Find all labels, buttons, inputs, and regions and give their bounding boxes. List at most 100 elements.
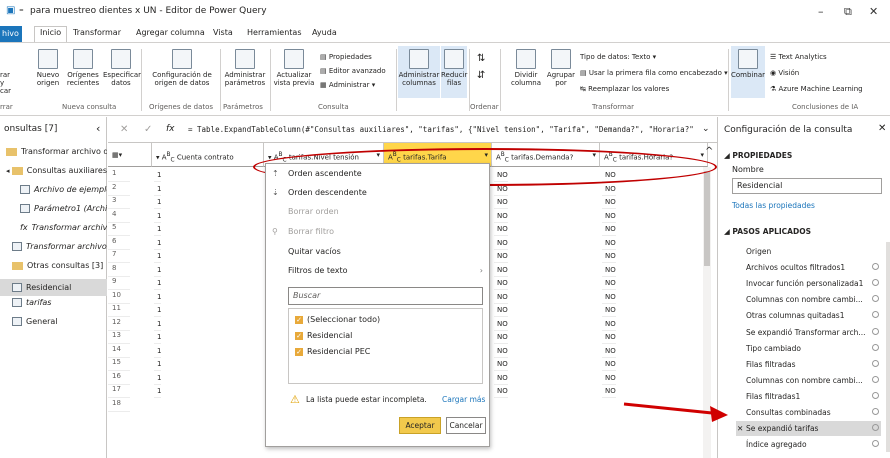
row-number[interactable]: 8 [108,264,130,277]
query-item[interactable]: Transformar archivos... [0,242,107,259]
ok-button[interactable]: Aceptar [399,417,441,434]
table-cell[interactable]: NO [602,358,616,371]
gear-icon[interactable] [872,311,879,319]
table-cell[interactable]: NO [602,385,616,398]
row-number[interactable]: 1 [108,169,130,182]
replace-values-button[interactable]: ↹ Reemplazar los valores [580,85,669,93]
table-cell[interactable]: NO [602,304,616,317]
table-cell[interactable]: NO [494,358,508,371]
close-pane-icon[interactable]: ✕ [878,123,886,134]
table-cell[interactable]: NO [494,196,508,209]
cancel-icon[interactable]: ✕ [120,124,128,135]
row-number[interactable]: 13 [108,331,130,344]
select-all-checkbox[interactable]: ✓ (Seleccionar todo) [295,315,380,324]
formula-input[interactable]: = Table.ExpandTableColumn(#"Consultas au… [188,125,693,134]
row-number[interactable]: 10 [108,291,130,304]
table-cell[interactable]: NO [494,318,508,331]
table-menu-icon[interactable]: ▦▾ [108,143,152,167]
option-checkbox[interactable]: ✓ Residencial PEC [295,347,370,356]
maximize-icon[interactable]: ⧉ [844,5,852,19]
remove-empty-item[interactable]: Quitar vacíos [288,247,341,256]
query-folder[interactable]: Otras consultas [3] [0,261,107,278]
table-cell[interactable]: 1 [154,264,162,277]
steps-scrollbar[interactable] [886,242,890,452]
table-cell[interactable]: NO [602,250,616,263]
gear-icon[interactable] [872,263,879,271]
applied-step[interactable]: Consultas combinadas [736,405,881,420]
table-cell[interactable]: 1 [154,304,162,317]
collapse-pane-icon[interactable]: ‹ [96,122,100,135]
cancel-button[interactable]: Cancelar [446,417,486,434]
gear-icon[interactable] [872,424,879,432]
table-cell[interactable]: NO [602,331,616,344]
table-cell[interactable]: NO [494,372,508,385]
row-number[interactable]: 11 [108,304,130,317]
gear-icon[interactable] [872,279,879,287]
applied-step-selected[interactable]: Se expandió tarifas ✕ [736,421,881,437]
tab-view[interactable]: Vista [213,28,233,37]
gear-icon[interactable] [872,440,879,448]
applied-step[interactable]: Columnas con nombre cambi... [736,292,881,307]
row-number[interactable]: 9 [108,277,130,290]
table-cell[interactable]: NO [494,250,508,263]
tab-home[interactable]: Inicio [34,26,68,42]
sort-ascending-item[interactable]: ⇡ Orden ascendente [272,169,362,178]
row-number[interactable]: 7 [108,250,130,263]
recent-sources-button[interactable]: Orígenes recientes [63,49,103,87]
applied-step[interactable]: Columnas con nombre cambi... [736,373,881,388]
data-type-dropdown[interactable]: Tipo de datos: Texto ▾ [580,53,656,61]
delete-step-icon[interactable]: ✕ [737,421,743,436]
table-cell[interactable]: NO [494,291,508,304]
table-cell[interactable]: 1 [154,345,162,358]
row-number[interactable]: 18 [108,399,130,412]
table-cell[interactable]: NO [494,223,508,236]
table-cell[interactable]: 1 [154,291,162,304]
table-cell[interactable]: NO [494,385,508,398]
close-icon[interactable]: ✕ [869,5,878,18]
row-number[interactable]: 14 [108,345,130,358]
applied-step[interactable]: Otras columnas quitadas1 [736,308,881,323]
close-apply-button[interactable]: rar y car [0,49,14,95]
quick-access-icon[interactable]: ₌ [19,5,24,15]
option-checkbox[interactable]: ✓ Residencial [295,331,352,340]
gear-icon[interactable] [872,343,879,351]
query-item[interactable]: Parámetro1 (Archi... [0,204,107,221]
table-cell[interactable]: NO [602,345,616,358]
applied-step[interactable]: Tipo cambiado [736,341,881,356]
all-properties-link[interactable]: Todas las propiedades [732,201,815,210]
minimize-icon[interactable]: – [818,5,824,18]
expand-formula-icon[interactable]: ⌄ [702,124,710,134]
new-source-button[interactable]: Nuevo origen [33,49,63,87]
table-cell[interactable]: NO [602,210,616,223]
table-cell[interactable]: 1 [154,385,162,398]
enter-data-button[interactable]: Especificar datos [103,49,141,87]
manage-button[interactable]: ▦ Administrar ▾ [320,81,375,89]
row-number[interactable]: 12 [108,318,130,331]
gear-icon[interactable] [872,408,879,415]
tab-help[interactable]: Ayuda [312,28,337,37]
reduce-rows-button[interactable]: Reducir filas [441,46,467,98]
applied-step[interactable]: Invocar función personalizada1 [736,276,881,291]
applied-step[interactable]: Índice agregado [736,437,881,452]
row-number[interactable]: 5 [108,223,130,236]
tab-transform[interactable]: Transformar [73,28,121,37]
query-item-selected[interactable]: Residencial [0,279,107,296]
query-folder[interactable]: Transformar archivo d... [0,147,107,164]
refresh-preview-button[interactable]: Actualizar vista previa [272,49,316,87]
data-source-settings-button[interactable]: Configuración de origen de datos [145,49,219,87]
applied-step[interactable]: Se expandió Transformar arch... [736,325,881,340]
chevron-up-icon[interactable]: ^ [705,146,713,157]
confirm-icon[interactable]: ✓ [144,124,152,135]
table-cell[interactable]: NO [602,196,616,209]
table-cell[interactable]: NO [602,183,616,196]
gear-icon[interactable] [872,327,879,335]
text-analytics-button[interactable]: ☰ Text Analytics [770,53,827,61]
row-number[interactable]: 4 [108,210,130,223]
query-item[interactable]: General [0,317,107,334]
table-cell[interactable]: NO [602,291,616,304]
row-number[interactable]: 3 [108,196,130,209]
applied-step[interactable]: Filas filtradas1 [736,389,881,404]
gear-icon[interactable] [872,359,879,367]
row-number[interactable]: 6 [108,237,130,250]
query-item[interactable]: tarifas [0,298,107,315]
